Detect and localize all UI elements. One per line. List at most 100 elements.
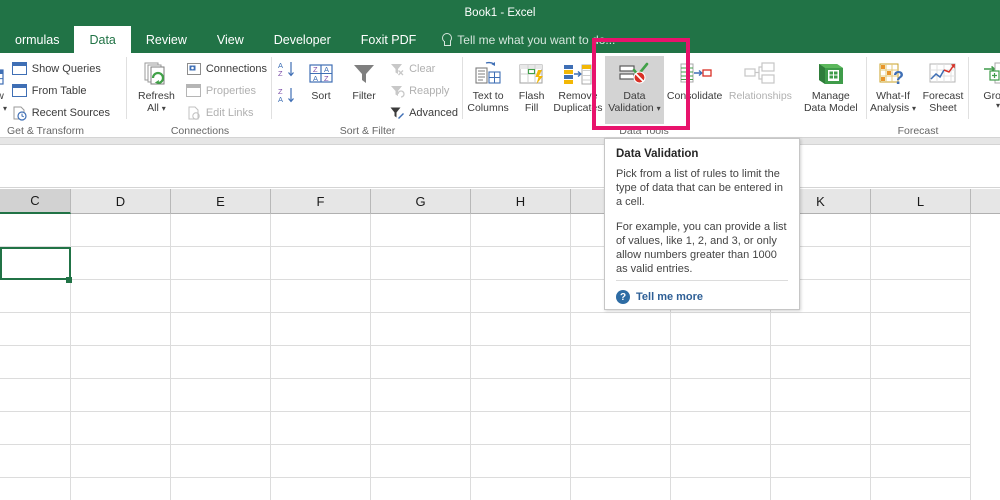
grid-cell[interactable] — [371, 313, 471, 346]
grid-cell[interactable] — [171, 313, 271, 346]
tab-developer[interactable]: Developer — [259, 26, 346, 53]
group-button[interactable]: Group ▾ — [972, 56, 1000, 124]
grid-cell[interactable] — [71, 478, 171, 500]
grid-cell[interactable] — [571, 379, 671, 412]
grid-cell[interactable] — [71, 379, 171, 412]
grid-cell[interactable] — [771, 379, 871, 412]
grid-cell[interactable] — [671, 478, 771, 500]
what-if-analysis-button[interactable]: ? What-If Analysis ▾ — [868, 56, 918, 124]
advanced-filter-button[interactable]: Advanced — [386, 102, 461, 123]
grid-cell[interactable] — [571, 445, 671, 478]
grid-cell[interactable] — [871, 313, 971, 346]
column-header-G[interactable]: G — [371, 189, 471, 214]
column-header-D[interactable]: D — [71, 189, 171, 214]
grid-cell[interactable] — [871, 412, 971, 445]
grid-cell[interactable] — [171, 214, 271, 247]
grid-cell[interactable] — [371, 346, 471, 379]
grid-cell[interactable] — [271, 214, 371, 247]
grid-cell[interactable] — [71, 313, 171, 346]
grid-cell[interactable] — [471, 445, 571, 478]
grid-cell[interactable] — [671, 379, 771, 412]
sort-button[interactable]: Z A A Z Sort — [300, 56, 342, 124]
grid-cell[interactable] — [271, 346, 371, 379]
grid-cell[interactable] — [0, 478, 71, 500]
grid-cell[interactable] — [0, 346, 71, 379]
grid-cell[interactable] — [571, 478, 671, 500]
text-to-columns-button[interactable]: Text to Columns — [464, 56, 512, 124]
tab-view[interactable]: View — [202, 26, 259, 53]
fill-handle[interactable] — [66, 277, 72, 283]
grid-cell[interactable] — [71, 247, 171, 280]
sort-za-button[interactable]: Z A — [278, 86, 298, 106]
grid-cell[interactable] — [471, 379, 571, 412]
grid-cell[interactable] — [771, 478, 871, 500]
formula-bar[interactable] — [0, 144, 1000, 188]
grid-cell[interactable] — [271, 379, 371, 412]
grid-cell[interactable] — [271, 247, 371, 280]
recent-sources-button[interactable]: Recent Sources — [9, 102, 113, 123]
grid-cell[interactable] — [271, 313, 371, 346]
filter-button[interactable]: Filter — [342, 56, 386, 124]
grid-cell[interactable] — [271, 445, 371, 478]
grid-cell[interactable] — [371, 379, 471, 412]
active-cell-selection[interactable] — [0, 247, 71, 280]
grid-cell[interactable] — [771, 412, 871, 445]
grid-cell[interactable] — [171, 445, 271, 478]
grid-cell[interactable] — [271, 478, 371, 500]
column-header-L[interactable]: L — [871, 189, 971, 214]
grid-cell[interactable] — [471, 346, 571, 379]
forecast-sheet-button[interactable]: Forecast Sheet — [918, 56, 968, 124]
grid-cell[interactable] — [71, 412, 171, 445]
grid-cell[interactable] — [471, 313, 571, 346]
grid-cell[interactable] — [171, 478, 271, 500]
grid-cell[interactable] — [0, 412, 71, 445]
grid-cell[interactable] — [671, 445, 771, 478]
grid-cell[interactable] — [871, 478, 971, 500]
flash-fill-button[interactable]: Flash Fill — [512, 56, 551, 124]
grid-cell[interactable] — [471, 214, 571, 247]
tab-review[interactable]: Review — [131, 26, 202, 53]
grid-cell[interactable] — [771, 313, 871, 346]
grid-cell[interactable] — [171, 280, 271, 313]
grid-cell[interactable] — [0, 214, 71, 247]
column-header-C[interactable]: C — [0, 189, 71, 214]
column-header-H[interactable]: H — [471, 189, 571, 214]
grid-cell[interactable] — [171, 379, 271, 412]
grid-cell[interactable] — [71, 346, 171, 379]
connections-button[interactable]: Connections — [183, 58, 270, 79]
sort-az-button[interactable]: A Z — [278, 60, 298, 80]
grid-cell[interactable] — [871, 379, 971, 412]
from-table-button[interactable]: From Table — [9, 80, 113, 101]
grid-cell[interactable] — [0, 445, 71, 478]
grid-cell[interactable] — [671, 412, 771, 445]
grid-cell[interactable] — [0, 313, 71, 346]
grid-cell[interactable] — [771, 346, 871, 379]
tab-formulas[interactable]: ormulas — [0, 26, 74, 53]
grid-cell[interactable] — [71, 280, 171, 313]
grid-cell[interactable] — [671, 346, 771, 379]
grid-cell[interactable] — [371, 445, 471, 478]
new-query-button[interactable]: New uery ▾ — [0, 56, 9, 124]
grid-cell[interactable] — [471, 478, 571, 500]
column-header-E[interactable]: E — [171, 189, 271, 214]
grid-cell[interactable] — [371, 412, 471, 445]
grid-cell[interactable] — [171, 346, 271, 379]
grid-cell[interactable] — [471, 280, 571, 313]
grid-cell[interactable] — [371, 214, 471, 247]
grid-cell[interactable] — [571, 313, 671, 346]
grid-cell[interactable] — [271, 412, 371, 445]
refresh-all-button[interactable]: Refresh All ▾ — [130, 56, 183, 124]
grid-cell[interactable] — [271, 280, 371, 313]
tell-me-more-link[interactable]: ? Tell me more — [616, 290, 703, 304]
grid-cell[interactable] — [771, 445, 871, 478]
tab-foxit-pdf[interactable]: Foxit PDF — [346, 26, 432, 53]
grid-cell[interactable] — [871, 346, 971, 379]
column-header-F[interactable]: F — [271, 189, 371, 214]
grid-cell[interactable] — [171, 412, 271, 445]
grid-cell[interactable] — [871, 280, 971, 313]
grid-cell[interactable] — [871, 214, 971, 247]
grid-cell[interactable] — [171, 247, 271, 280]
grid-cell[interactable] — [571, 412, 671, 445]
grid-cell[interactable] — [371, 247, 471, 280]
grid-cell[interactable] — [71, 445, 171, 478]
